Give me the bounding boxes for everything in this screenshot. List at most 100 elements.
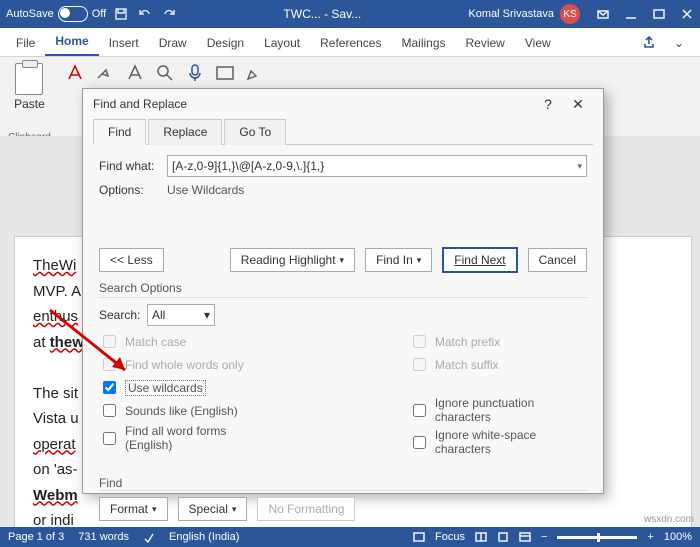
text: or indi — [33, 512, 74, 527]
chevron-down-icon: ▾ — [577, 161, 582, 172]
share-icon — [642, 35, 656, 49]
user-account[interactable]: Komal Srivastava KS — [468, 4, 580, 24]
quick-access-toolbar — [114, 7, 176, 21]
match-case-checkbox: Match case — [99, 332, 269, 351]
title-bar: AutoSave Off TWC... - Sav... Komal Sriva… — [0, 0, 700, 28]
match-suffix-checkbox: Match suffix — [409, 355, 587, 374]
reading-highlight-button[interactable]: Reading Highlight▾ — [230, 248, 355, 272]
search-direction-label: Search: — [99, 308, 147, 322]
find-replace-dialog: Find and Replace ? ✕ Find Replace Go To … — [82, 88, 604, 494]
find-next-button[interactable]: Find Next — [442, 247, 517, 273]
toggle-icon — [58, 6, 88, 22]
print-layout-icon[interactable] — [497, 531, 509, 543]
spellcheck-icon[interactable] — [143, 531, 155, 543]
tab-goto[interactable]: Go To — [224, 119, 286, 145]
share-button[interactable] — [634, 31, 664, 56]
page-indicator[interactable]: Page 1 of 3 — [8, 531, 64, 543]
text: thew — [50, 334, 84, 351]
editing-icon[interactable] — [245, 63, 265, 83]
dictate-icon[interactable] — [185, 63, 205, 83]
ribbon-collapse[interactable]: ⌄ — [664, 30, 694, 56]
tab-view[interactable]: View — [515, 30, 561, 56]
tab-file[interactable]: File — [6, 30, 45, 56]
language-indicator[interactable]: English (India) — [169, 531, 239, 543]
dialog-tabs: Find Replace Go To — [93, 119, 593, 145]
highlight-icon[interactable] — [95, 63, 115, 83]
word-count[interactable]: 731 words — [78, 531, 129, 543]
tab-layout[interactable]: Layout — [254, 30, 310, 56]
options-label: Options: — [99, 183, 167, 197]
undo-icon[interactable] — [138, 7, 152, 21]
format-button[interactable]: Format▾ — [99, 497, 168, 521]
text: Webm — [33, 487, 78, 504]
paste-label: Paste — [14, 97, 45, 111]
ribbon-tabs: File Home Insert Draw Design Layout Refe… — [0, 28, 700, 57]
close-button[interactable]: ✕ — [563, 96, 593, 113]
save-icon[interactable] — [114, 7, 128, 21]
cancel-button[interactable]: Cancel — [528, 248, 587, 272]
focus-label[interactable]: Focus — [435, 531, 465, 543]
findwhat-value: [A-z,0-9]{1,}\@[A-z,0-9,\.]{1,} — [172, 159, 324, 173]
zoom-out[interactable]: − — [541, 531, 547, 543]
tab-mailings[interactable]: Mailings — [391, 30, 455, 56]
web-layout-icon[interactable] — [519, 531, 531, 543]
minimize-icon[interactable] — [624, 7, 638, 21]
styles-icon[interactable] — [215, 63, 235, 83]
sounds-like-checkbox[interactable]: Sounds like (English) — [99, 401, 269, 420]
word-forms-checkbox[interactable]: Find all word forms (English) — [99, 424, 269, 452]
focus-mode-icon[interactable] — [413, 531, 425, 543]
zoom-level[interactable]: 100% — [664, 531, 692, 543]
ignore-whitespace-checkbox[interactable]: Ignore white-space characters — [409, 428, 587, 456]
read-mode-icon[interactable] — [475, 531, 487, 543]
use-wildcards-checkbox[interactable]: Use wildcards — [99, 378, 269, 397]
tab-home[interactable]: Home — [45, 28, 98, 56]
clipboard-icon — [15, 63, 43, 95]
avatar: KS — [560, 4, 580, 24]
text: MVP. A — [33, 283, 81, 300]
find-section-label: Find — [99, 476, 587, 491]
findwhat-label: Find what: — [99, 159, 167, 173]
zoom-slider[interactable] — [557, 536, 637, 539]
font-color-icon[interactable] — [65, 63, 85, 83]
dialog-title: Find and Replace — [93, 97, 187, 111]
search-direction-select[interactable]: All▾ — [147, 304, 215, 326]
match-prefix-checkbox: Match prefix — [409, 332, 587, 351]
tab-design[interactable]: Design — [197, 30, 254, 56]
options-value: Use Wildcards — [167, 183, 244, 197]
maximize-icon[interactable] — [652, 7, 666, 21]
special-button[interactable]: Special▾ — [178, 497, 248, 521]
find-in-button[interactable]: Find In▾ — [365, 248, 432, 272]
text: TheWi — [33, 257, 76, 274]
search-icon[interactable] — [155, 63, 175, 83]
tab-review[interactable]: Review — [456, 30, 515, 56]
tab-insert[interactable]: Insert — [99, 30, 149, 56]
no-formatting-button: No Formatting — [257, 497, 355, 521]
text: at — [33, 334, 50, 351]
paste-button[interactable]: Paste — [14, 63, 45, 111]
zoom-in[interactable]: + — [647, 531, 653, 543]
ignore-punctuation-checkbox[interactable]: Ignore punctuation characters — [409, 396, 587, 424]
dialog-titlebar[interactable]: Find and Replace ? ✕ — [83, 89, 603, 119]
text: The sit — [33, 385, 78, 402]
ribbon-options-icon[interactable] — [596, 7, 610, 21]
watermark: wsxdn.com — [644, 514, 694, 525]
less-button[interactable]: << Less — [99, 248, 164, 272]
window-controls — [596, 7, 694, 21]
autosave-off: Off — [92, 8, 106, 20]
close-icon[interactable] — [680, 7, 694, 21]
tab-draw[interactable]: Draw — [149, 30, 197, 56]
findwhat-input[interactable]: [A-z,0-9]{1,}\@[A-z,0-9,\.]{1,} ▾ — [167, 155, 587, 177]
font-icon[interactable] — [125, 63, 145, 83]
document-title: TWC... - Sav... — [184, 7, 460, 21]
tab-find[interactable]: Find — [93, 119, 146, 145]
text: operat — [33, 436, 76, 453]
search-options-label: Search Options — [99, 281, 587, 298]
autosave-toggle[interactable]: AutoSave Off — [6, 6, 106, 22]
tab-references[interactable]: References — [310, 30, 391, 56]
whole-words-checkbox: Find whole words only — [99, 355, 269, 374]
redo-icon[interactable] — [162, 7, 176, 21]
help-button[interactable]: ? — [533, 96, 563, 112]
text: on 'as- — [33, 461, 78, 478]
tab-replace[interactable]: Replace — [148, 119, 222, 145]
user-name: Komal Srivastava — [468, 8, 554, 20]
